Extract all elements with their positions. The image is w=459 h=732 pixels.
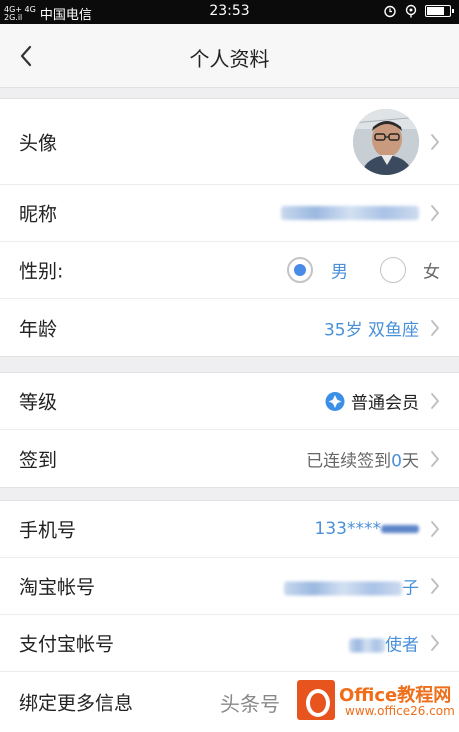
avatar-row[interactable]: 头像	[0, 99, 459, 185]
location-icon	[405, 4, 417, 18]
nickname-value	[281, 203, 419, 223]
checkin-value: 已连续签到0天	[306, 446, 419, 471]
level-value: 普通会员	[325, 389, 419, 414]
taobao-redacted	[284, 581, 402, 596]
checkin-prefix: 已连续签到	[306, 451, 392, 471]
alipay-tail: 使者	[385, 635, 419, 656]
chevron-right-icon	[431, 450, 440, 467]
age-value: 35岁 双鱼座	[323, 320, 419, 340]
page-title: 个人资料	[189, 47, 270, 71]
alipay-value: 使者	[349, 631, 419, 656]
level-label: 等级	[19, 391, 58, 414]
nickname-redacted	[281, 206, 419, 220]
gender-row: 性别: 男 女	[0, 242, 459, 299]
gender-female-radio[interactable]	[380, 257, 406, 283]
alarm-icon	[384, 5, 396, 18]
avatar-label: 头像	[19, 132, 58, 154]
chevron-right-icon	[431, 205, 440, 221]
battery-icon	[425, 5, 454, 17]
watermark-text: 头条号	[220, 692, 280, 716]
avatar[interactable]	[353, 108, 419, 175]
taobao-value: 子	[284, 574, 419, 599]
checkin-row[interactable]: 签到 已连续签到0天	[0, 430, 459, 487]
bind-more-label: 绑定更多信息	[19, 692, 134, 715]
member-badge-icon	[325, 391, 345, 411]
age-label: 年龄	[19, 318, 58, 340]
nickname-label: 昵称	[19, 203, 58, 226]
chevron-right-icon	[431, 393, 440, 409]
chevron-right-icon	[431, 133, 440, 150]
profile-group: 头像 昵称 性别: 男 女 年龄 35岁 双鱼座	[0, 98, 459, 357]
chevron-right-icon	[431, 578, 440, 594]
age-row[interactable]: 年龄 35岁 双鱼座	[0, 299, 459, 356]
chevron-right-icon	[431, 319, 440, 336]
battery-fill	[427, 7, 444, 15]
alipay-row[interactable]: 支付宝帐号 使者	[0, 615, 459, 672]
taobao-tail: 子	[402, 578, 419, 599]
phone-row[interactable]: 手机号 133****	[0, 501, 459, 558]
office-logo: Office教程网 www.office26.com	[297, 678, 457, 726]
gender-male-radio[interactable]	[287, 257, 313, 283]
level-row[interactable]: 等级 普通会员	[0, 373, 459, 430]
chevron-right-icon	[431, 521, 440, 537]
chevron-right-icon	[431, 635, 440, 651]
phone-label: 手机号	[19, 519, 77, 542]
taobao-row[interactable]: 淘宝帐号 子	[0, 558, 459, 615]
alipay-redacted	[349, 638, 385, 653]
level-text: 普通会员	[351, 393, 419, 414]
gender-female-label[interactable]: 女	[423, 258, 440, 283]
status-right	[383, 4, 454, 18]
checkin-suffix: 天	[402, 451, 419, 471]
checkin-count: 0	[391, 451, 402, 471]
status-bar: 4G+ 4G 2G.il 中国电信 23:53	[0, 0, 459, 24]
office-logo-icon	[297, 680, 335, 720]
nickname-row[interactable]: 昵称	[0, 185, 459, 242]
phone-text: 133****	[314, 519, 381, 539]
nav-bar: 个人资料	[0, 24, 459, 88]
checkin-label: 签到	[19, 449, 58, 471]
avatar-photo	[353, 108, 419, 175]
phone-redacted	[381, 525, 419, 533]
gender-label: 性别:	[19, 260, 64, 283]
phone-value: 133****	[315, 519, 419, 539]
gender-male-label[interactable]: 男	[331, 258, 348, 283]
taobao-label: 淘宝帐号	[19, 576, 96, 599]
membership-group: 等级 普通会员 签到 已连续签到0天	[0, 372, 459, 488]
office-logo-url: www.office26.com	[345, 704, 455, 718]
alipay-label: 支付宝帐号	[19, 633, 115, 656]
